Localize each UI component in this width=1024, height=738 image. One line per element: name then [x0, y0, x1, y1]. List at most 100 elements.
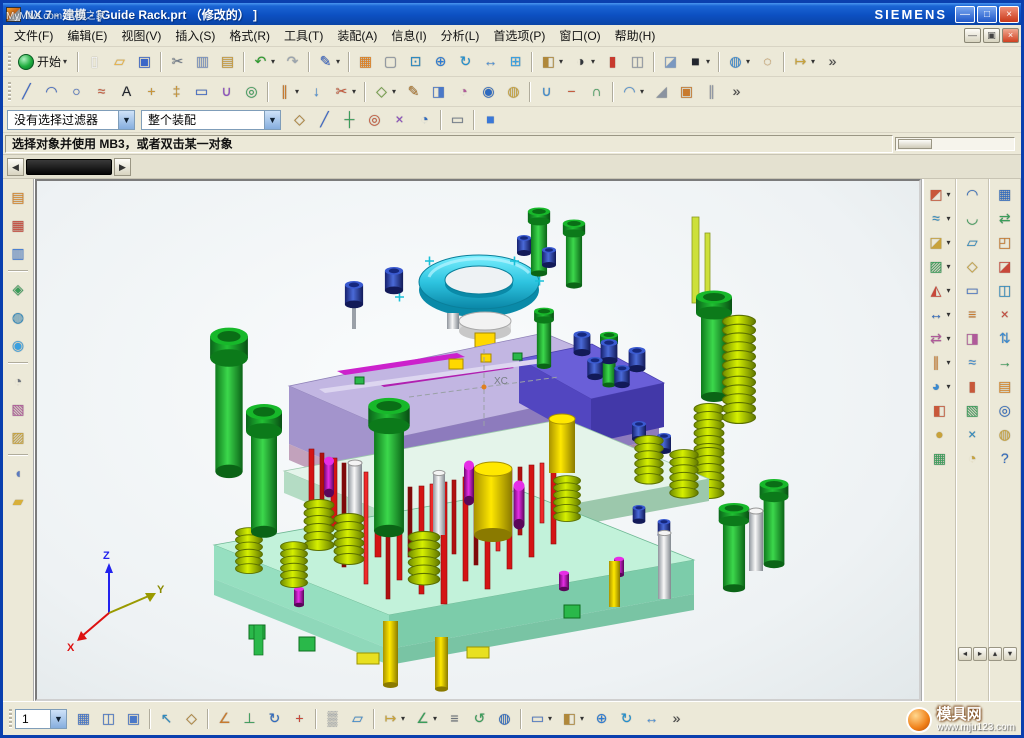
thicken-button[interactable]: ▮ — [960, 375, 985, 397]
studio-spline-button[interactable]: ∪ — [214, 80, 239, 104]
offset-surface-button[interactable]: ≡ — [960, 303, 985, 325]
measure-button[interactable]: ↦▾ — [378, 707, 410, 731]
dock-scroll-down-button[interactable]: ▾ — [1003, 647, 1017, 661]
ruled-surface-button[interactable]: ▱ — [960, 231, 985, 253]
edit-object-display-button[interactable]: ■▾ — [683, 50, 715, 74]
datum-plane-bottom-button[interactable]: ▱ — [345, 707, 370, 731]
redo-button[interactable]: ↷ — [280, 50, 305, 74]
constraint-navigator-button[interactable]: ▦ — [6, 213, 31, 237]
docked-window-handle[interactable] — [26, 159, 112, 175]
manufacturing-wizard-button[interactable]: ▨ — [6, 425, 31, 449]
part-cleanup-button[interactable]: ◍ — [992, 423, 1017, 445]
point-set-button[interactable]: ‡ — [164, 80, 189, 104]
subtract-button[interactable]: − — [559, 80, 584, 104]
section-analysis-button[interactable]: ◩▾ — [924, 183, 956, 205]
intersect-button[interactable]: ∩ — [584, 80, 609, 104]
menu-edit[interactable]: 编辑(E) — [60, 25, 114, 46]
reflection-analysis-button[interactable]: ▨▾ — [924, 255, 956, 277]
text-button[interactable]: A — [114, 80, 139, 104]
menu-tools[interactable]: 工具(T) — [277, 25, 330, 46]
grid-button[interactable]: ▒ — [320, 707, 345, 731]
snap-enable-button[interactable]: ◇ — [179, 707, 204, 731]
open-button[interactable]: ▱ — [107, 50, 132, 74]
selection-scope-combo[interactable]: 整个装配 ▼ — [141, 110, 281, 130]
arc-button[interactable]: ◠ — [39, 80, 64, 104]
selection-filter-combo[interactable]: 没有选择过滤器 ▼ — [7, 110, 135, 130]
analysis-display-button[interactable]: ▮ — [600, 50, 625, 74]
zoom-box-button[interactable]: ⊡ — [403, 50, 428, 74]
palette-button[interactable]: ▰ — [6, 489, 31, 513]
rotate-bottom-button[interactable]: ↻ — [614, 707, 639, 731]
curve-analysis-button[interactable]: ≈▾ — [924, 207, 956, 229]
immediate-hide-button[interactable]: ◌ — [755, 50, 780, 74]
mirror-feature-button[interactable]: ⇄ — [992, 207, 1017, 229]
spline-button[interactable]: ≈ — [89, 80, 114, 104]
bounded-plane-button[interactable]: ▭ — [960, 279, 985, 301]
measure-distance-button[interactable]: ↦▾ — [788, 50, 820, 74]
distance-analysis-button[interactable]: ↔▾ — [924, 303, 956, 325]
datum-plane-button[interactable]: ◇▾ — [369, 80, 401, 104]
wcs-origin-button[interactable]: + — [287, 707, 312, 731]
menu-analysis[interactable]: 分析(L) — [434, 25, 487, 46]
toolbar-grip[interactable] — [8, 82, 11, 102]
view-orient-button[interactable]: ◧▾ — [536, 50, 568, 74]
tab-scroll-left-icon[interactable]: ◀ — [7, 158, 24, 176]
menu-help[interactable]: 帮助(H) — [608, 25, 663, 46]
title-bar[interactable]: NX 7 - 建模 - [Guide Rack.prt （修改的） ] SIEM… — [3, 3, 1021, 25]
web-browser-button[interactable]: ◉ — [6, 333, 31, 357]
cut-button[interactable]: ✂ — [165, 50, 190, 74]
menu-format[interactable]: 格式(R) — [222, 25, 277, 46]
boss-button[interactable]: ◍ — [501, 80, 526, 104]
history-button[interactable]: ◔ — [6, 369, 31, 393]
menu-information[interactable]: 信息(I) — [384, 25, 433, 46]
command-finder-button[interactable]: ◎ — [992, 399, 1017, 421]
minimize-button[interactable]: — — [955, 6, 975, 23]
refresh-button[interactable]: ↺ — [467, 707, 492, 731]
work-assembly-button[interactable]: ■ — [478, 108, 503, 132]
dynamic-section-button[interactable]: ◧ — [927, 399, 952, 421]
part-navigator-button[interactable]: ▥ — [6, 241, 31, 265]
bounding-box-button[interactable]: ▢ — [378, 50, 403, 74]
face-curvature-button[interactable]: ◕▾ — [924, 375, 956, 397]
x-form-button[interactable]: × — [960, 423, 985, 445]
show-hide-button[interactable]: ◍▾ — [723, 50, 755, 74]
intersection-snap-button[interactable]: × — [387, 108, 412, 132]
hole-button[interactable]: ◉ — [476, 80, 501, 104]
grid-analysis-button[interactable]: ▦ — [927, 447, 952, 469]
part-family-table-button[interactable]: ▦ — [353, 50, 378, 74]
select-pointer-button[interactable]: ↖ — [154, 707, 179, 731]
wcs-dynamics-button[interactable]: ∠ — [212, 707, 237, 731]
wcs-rotate-button[interactable]: ↻ — [262, 707, 287, 731]
split-body-button[interactable]: ◫ — [992, 279, 1017, 301]
touch-mode-button[interactable]: ✎▾ — [313, 50, 345, 74]
zoom-bottom-button[interactable]: ⊕ — [589, 707, 614, 731]
roles-button[interactable]: ◖ — [6, 461, 31, 485]
shell-button[interactable]: ▣ — [674, 80, 699, 104]
assembly-navigator-button[interactable]: ▤ — [6, 185, 31, 209]
child-close-button[interactable]: × — [1002, 28, 1019, 43]
menu-file[interactable]: 文件(F) — [7, 25, 60, 46]
project-curve-button[interactable]: ↓ — [304, 80, 329, 104]
start-button[interactable]: 开始 ▾ — [14, 50, 74, 74]
graphics-window[interactable]: XC Z Y X — [35, 179, 921, 701]
child-minimize-button[interactable]: — — [964, 28, 981, 43]
chevron-down-icon[interactable]: ▼ — [118, 111, 134, 129]
copy-button[interactable]: ▥ — [190, 50, 215, 74]
zoom-in-button[interactable]: ⊕ — [428, 50, 453, 74]
status-slider-thumb[interactable] — [898, 139, 932, 149]
viewport-3d-model[interactable]: XC Z Y X — [37, 181, 921, 701]
layout-single-button[interactable]: ▦ — [71, 707, 96, 731]
isometric-view-button[interactable]: ◧▾ — [557, 707, 589, 731]
wireframe-display-button[interactable]: ◫ — [625, 50, 650, 74]
menu-assemblies[interactable]: 装配(A) — [330, 25, 384, 46]
gap-flushness-button[interactable]: ⇄▾ — [924, 327, 956, 349]
reuse-library-button[interactable]: ◈ — [6, 277, 31, 301]
center-snap-button[interactable]: ◎ — [362, 108, 387, 132]
dock-scroll-right-button[interactable]: ▸ — [973, 647, 987, 661]
shaded-display-button[interactable]: ◑▾ — [568, 50, 600, 74]
chevron-down-icon[interactable]: ▼ — [264, 111, 280, 129]
line-button[interactable]: ╱ — [14, 80, 39, 104]
status-slider[interactable] — [895, 137, 1015, 151]
extrude-button[interactable]: ◨ — [426, 80, 451, 104]
front-view-button[interactable]: ▭▾ — [525, 707, 557, 731]
